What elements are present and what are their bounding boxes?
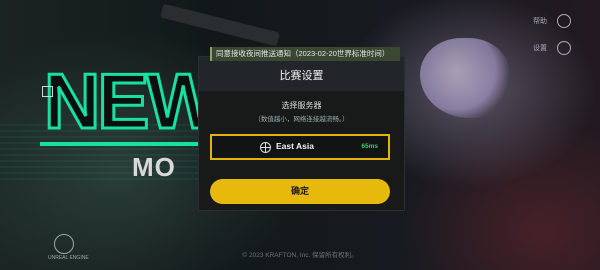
server-ping: 65ms <box>361 143 378 150</box>
help-label: 帮助 <box>533 18 547 25</box>
copyright-footer: © 2023 KRAFTON, Inc. 保留所有权利。 <box>242 252 358 259</box>
background-character <box>420 38 510 118</box>
settings-icon[interactable] <box>557 41 571 55</box>
server-option-east-asia[interactable]: East Asia 65ms <box>210 134 390 160</box>
confirm-button[interactable]: 确定 <box>210 179 390 204</box>
dialog-title: 比赛设置 <box>279 70 324 82</box>
server-section-title: 选择服务器 <box>281 101 322 110</box>
mode-text: MO <box>132 152 176 182</box>
background-weapon <box>160 3 280 47</box>
background-checkbox[interactable] <box>42 86 53 97</box>
server-name: East Asia <box>276 141 314 151</box>
settings-label: 设置 <box>533 45 547 52</box>
globe-icon <box>260 142 271 153</box>
server-section-subtitle: （数值越小，网络连接越流畅。） <box>254 116 349 123</box>
night-push-notification-banner: 同意接收夜间推送通知（2023-02-20世界标准时间） <box>210 47 400 61</box>
logo-underline <box>40 142 220 146</box>
new-mode-logo: NEW <box>43 57 222 145</box>
help-icon[interactable] <box>557 14 571 28</box>
